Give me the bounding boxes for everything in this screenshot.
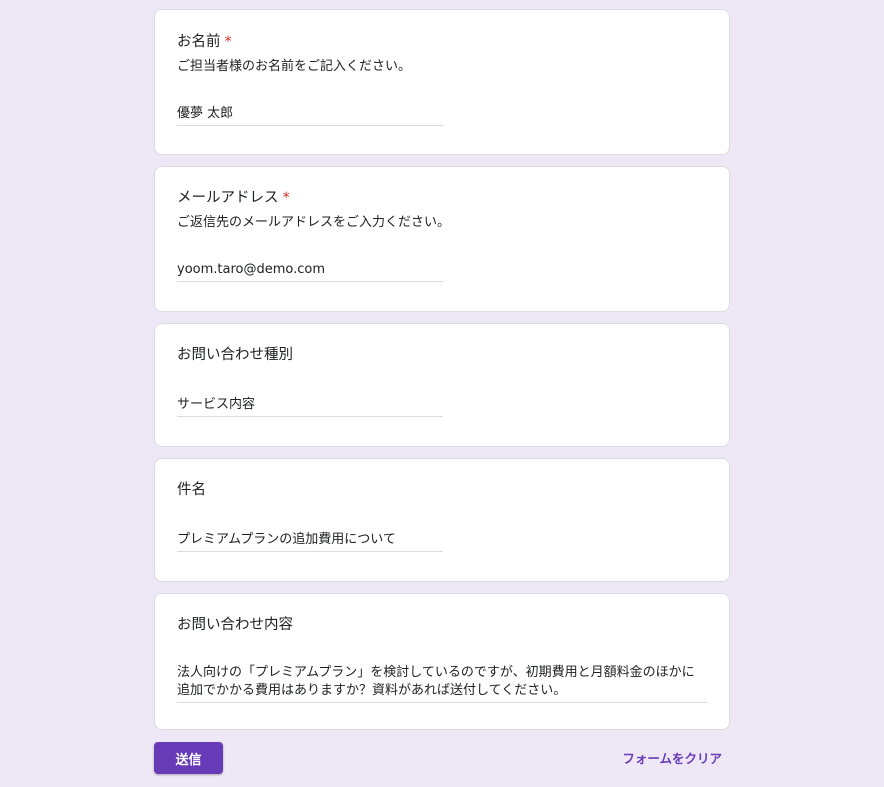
required-asterisk: *: [282, 190, 290, 206]
question-card-name: お名前 * ご担当者様のお名前をご記入ください。 優夢 太郎: [154, 9, 730, 155]
question-card-subject: 件名 プレミアムプランの追加費用について: [154, 458, 730, 582]
question-title-text: お問い合わせ種別: [177, 347, 293, 363]
name-answer-field[interactable]: 優夢 太郎: [177, 105, 443, 126]
email-answer-field[interactable]: yoom.taro@demo.com: [177, 261, 443, 282]
question-title-text: 件名: [177, 482, 206, 498]
question-title-text: お名前: [177, 34, 221, 50]
inquiry-type-answer-field[interactable]: サービス内容: [177, 396, 443, 417]
inquiry-content-answer-field[interactable]: 法人向けの「プレミアムプラン」を検討しているのですが、初期費用と月額料金のほかに…: [177, 664, 707, 703]
submit-button[interactable]: 送信: [154, 742, 223, 774]
question-title: メールアドレス *: [177, 188, 290, 208]
question-title: お問い合わせ種別: [177, 345, 293, 365]
question-title: お問い合わせ内容: [177, 615, 293, 635]
question-card-email: メールアドレス * ご返信先のメールアドレスをご入力ください。 yoom.taro…: [154, 166, 730, 312]
question-title-text: メールアドレス: [177, 190, 279, 206]
question-description: ご返信先のメールアドレスをご入力ください。: [177, 215, 451, 230]
question-title: お名前 *: [177, 32, 232, 52]
question-title-text: お問い合わせ内容: [177, 617, 293, 633]
question-title: 件名: [177, 480, 206, 500]
required-asterisk: *: [224, 34, 232, 50]
subject-answer-field[interactable]: プレミアムプランの追加費用について: [177, 531, 443, 552]
question-description: ご担当者様のお名前をご記入ください。: [177, 59, 412, 74]
clear-form-button[interactable]: フォームをクリア: [622, 748, 722, 767]
question-card-inquiry-content: お問い合わせ内容 法人向けの「プレミアムプラン」を検討しているのですが、初期費用…: [154, 593, 730, 730]
question-card-inquiry-type: お問い合わせ種別 サービス内容: [154, 323, 730, 447]
